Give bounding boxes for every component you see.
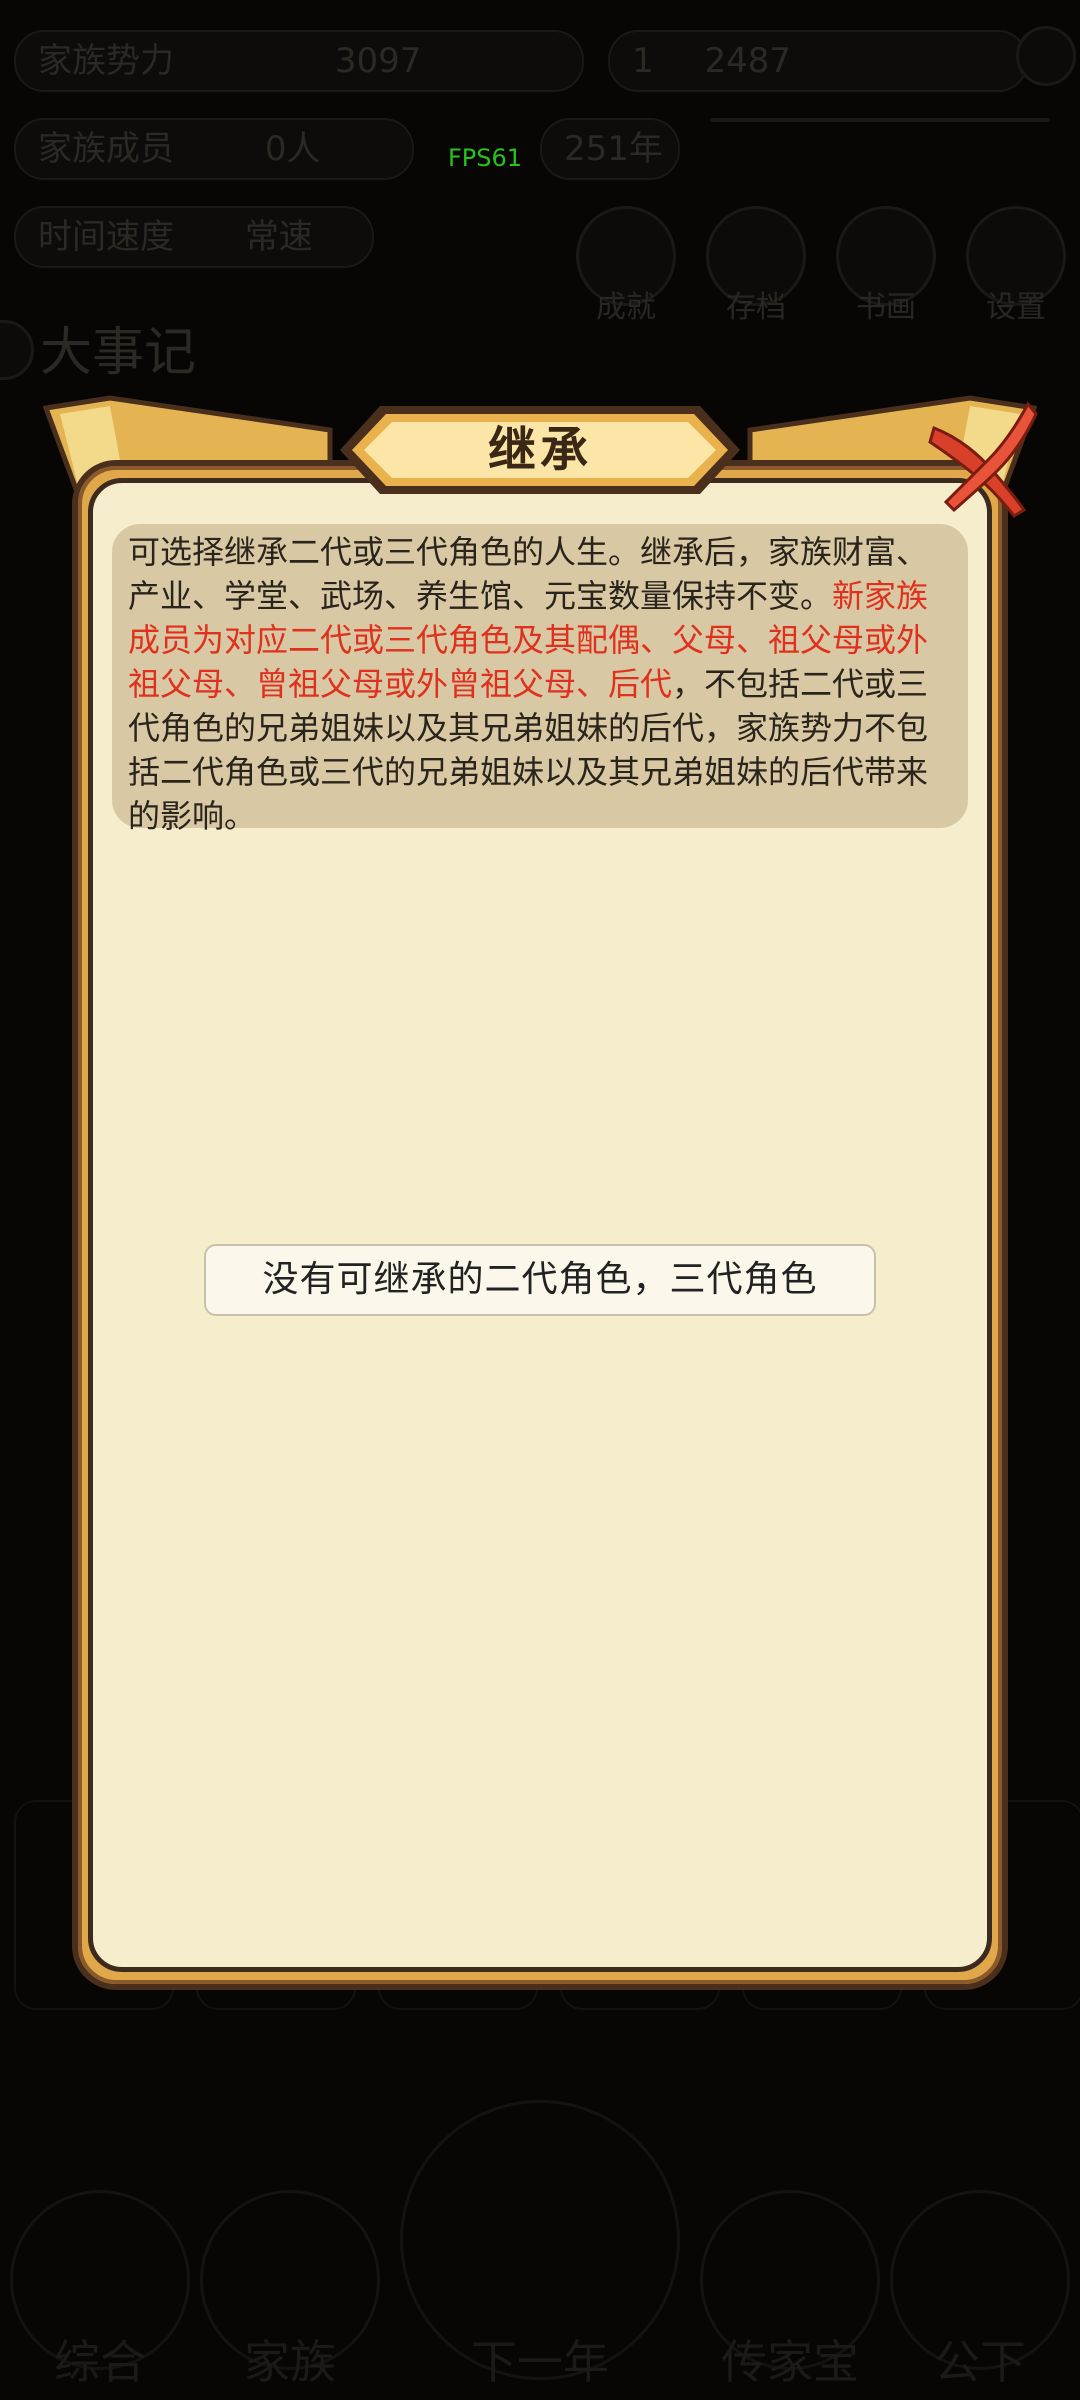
inherit-description: 可选择继承二代或三代角色的人生。继承后，家族财富、产业、学堂、武场、养生馆、元宝…: [112, 524, 968, 835]
nav-overview-label: 综合: [54, 2335, 146, 2389]
nav-next-year-label: 下一年: [471, 2335, 609, 2389]
close-icon[interactable]: [920, 398, 1040, 518]
description-text-1: 可选择继承二代或三代角色的人生。继承后，家族财富、产业、学堂、武场、养生馆、元宝…: [128, 533, 929, 615]
nav-heirloom-label: 传家宝: [721, 2335, 859, 2389]
nav-more-label: 公下: [934, 2335, 1026, 2389]
dialog-title: 继承: [487, 422, 592, 478]
empty-message: 没有可继承的二代角色，三代角色: [204, 1244, 876, 1316]
nav-family-label: 家族: [244, 2335, 336, 2389]
